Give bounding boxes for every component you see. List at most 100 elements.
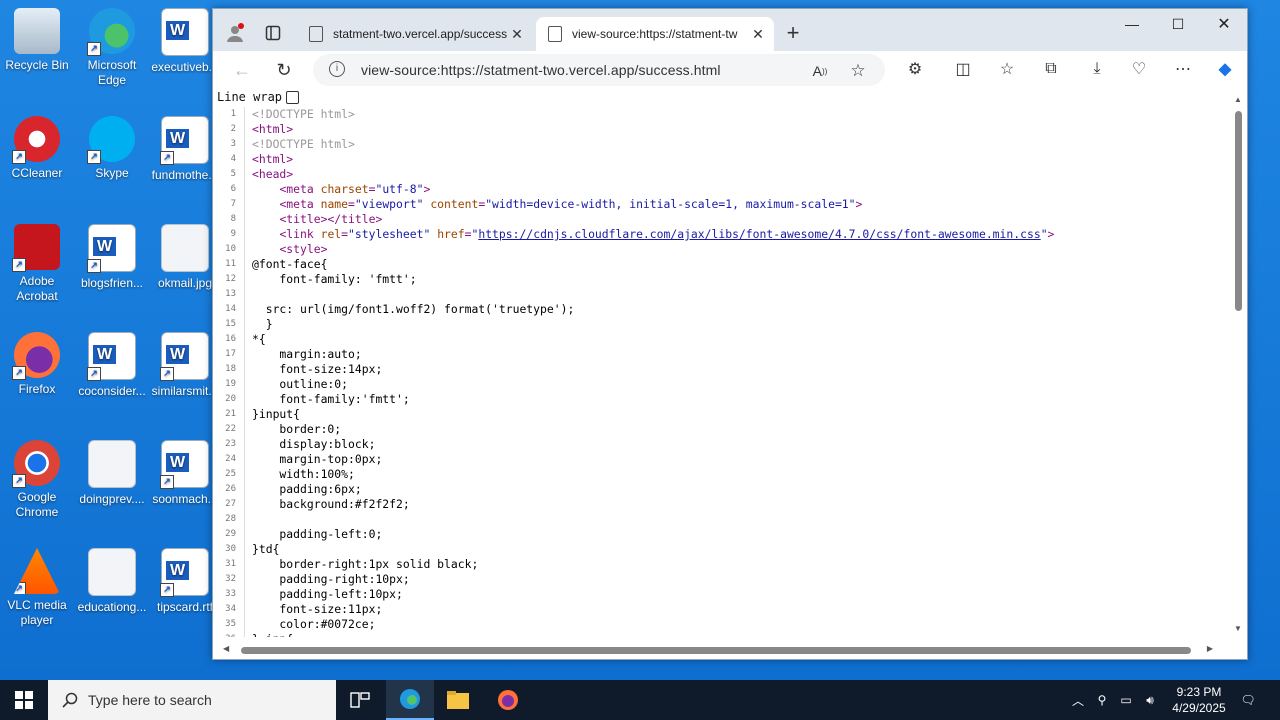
desktop-icon-label: blogsfrien...: [80, 276, 144, 290]
search-placeholder: Type here to search: [88, 692, 212, 708]
ccleaner-icon: ↗: [12, 116, 60, 164]
line-number: 26: [213, 482, 245, 497]
source-line: 11 @font-face{: [213, 257, 1227, 272]
shortcut-arrow-icon: ↗: [12, 150, 26, 164]
desktop-icon[interactable]: ↗ Skype: [75, 116, 149, 181]
tray-app-icon[interactable]: ⚲: [1092, 680, 1112, 720]
tab-title: statment-two.vercel.app/success: [333, 27, 507, 41]
favorites-icon[interactable]: ☆: [991, 53, 1023, 85]
page-icon: [548, 26, 562, 42]
more-menu-icon[interactable]: ⋯: [1167, 53, 1199, 85]
desktop-icon[interactable]: W ↗ similarsmit...: [148, 332, 222, 399]
desktop-icon[interactable]: ↗ Adobe Acrobat: [0, 224, 74, 304]
profile-icon[interactable]: [223, 21, 247, 45]
scroll-up-icon[interactable]: ▲: [1234, 95, 1242, 104]
back-icon[interactable]: ←: [229, 57, 255, 83]
desktop-icon-label: similarsmit...: [151, 384, 219, 398]
clock[interactable]: 9:23 PM 4/29/2025: [1160, 684, 1238, 716]
desktop-icon[interactable]: educationg...: [75, 548, 149, 615]
desktop-icon[interactable]: W ↗ tipscard.rtf: [148, 548, 222, 615]
word-doc-icon: W: [161, 8, 209, 56]
line-wrap-checkbox[interactable]: [286, 90, 300, 104]
chrome-icon: ↗: [12, 440, 60, 488]
collections-icon[interactable]: ⧉: [1035, 53, 1067, 85]
read-aloud-icon[interactable]: A)): [809, 60, 831, 82]
tab-success[interactable]: statment-two.vercel.app/success ✕: [297, 17, 533, 51]
start-button[interactable]: [0, 680, 48, 720]
split-screen-icon[interactable]: ◫: [947, 53, 979, 85]
tab-title: view-source:https://statment-tw: [572, 27, 738, 41]
desktop-icon[interactable]: W ↗ coconsider...: [75, 332, 149, 399]
word-doc-icon: W ↗: [87, 332, 136, 381]
desktop-icon[interactable]: W ↗ blogsfrien...: [75, 224, 149, 291]
desktop-icon[interactable]: W ↗ fundmothe...: [148, 116, 222, 183]
refresh-icon[interactable]: ↻: [271, 57, 297, 83]
network-icon[interactable]: ▭: [1116, 680, 1136, 720]
desktop-icon[interactable]: ↗ VLC media player: [0, 548, 74, 628]
line-number: 29: [213, 527, 245, 542]
source-line: 12 font-family: 'fmtt';: [213, 272, 1227, 287]
desktop-icon[interactable]: ↗ Microsoft Edge: [75, 8, 149, 88]
desktop-icon-label: Firefox: [18, 382, 56, 396]
tab-view-source[interactable]: view-source:https://statment-tw ✕: [536, 17, 774, 51]
volume-icon[interactable]: 🔊︎: [1140, 680, 1160, 720]
desktop-icon[interactable]: Wexecutiveb...: [148, 8, 222, 75]
copilot-icon[interactable]: ◆: [1209, 53, 1241, 85]
desktop-icon[interactable]: ↗ CCleaner: [0, 116, 74, 181]
source-line: 22 border:0;: [213, 422, 1227, 437]
line-content: display:block;: [252, 437, 376, 451]
favorite-star-icon[interactable]: ☆: [847, 60, 869, 82]
shortcut-arrow-icon: ↗: [160, 367, 174, 381]
tab-actions-icon[interactable]: [261, 21, 285, 45]
desktop-icon[interactable]: ↗ Google Chrome: [0, 440, 74, 520]
vertical-scroll-thumb[interactable]: [1235, 111, 1242, 311]
desktop-icon[interactable]: doingprev....: [75, 440, 149, 507]
notifications-icon[interactable]: 🗨︎: [1236, 680, 1260, 720]
show-hidden-icons[interactable]: ︿: [1068, 680, 1088, 720]
performance-icon[interactable]: ♡: [1123, 53, 1155, 85]
desktop-icon[interactable]: Recycle Bin: [0, 8, 74, 73]
maximize-button[interactable]: ☐: [1155, 9, 1201, 39]
line-content: }td{: [252, 542, 280, 556]
taskbar-search[interactable]: Type here to search: [48, 680, 336, 720]
line-wrap-control[interactable]: Line wrap: [217, 89, 300, 105]
taskbar-edge-icon[interactable]: [386, 680, 434, 720]
close-window-button[interactable]: ✕: [1201, 9, 1247, 39]
close-icon[interactable]: ✕: [748, 26, 768, 43]
line-content: <meta name="viewport" content="width=dev…: [279, 197, 863, 211]
close-icon[interactable]: ✕: [507, 26, 527, 43]
desktop-icon[interactable]: ↗ Firefox: [0, 332, 74, 397]
desktop-icon-label: doingprev....: [79, 492, 145, 506]
shortcut-arrow-icon: ↗: [87, 259, 101, 273]
image-file-icon: [88, 440, 136, 488]
line-content: <html>: [252, 152, 294, 166]
new-tab-icon[interactable]: +: [781, 20, 805, 45]
scroll-down-icon[interactable]: ▼: [1234, 624, 1242, 633]
line-content: [245, 512, 252, 527]
file-explorer-icon[interactable]: [434, 680, 482, 720]
extensions-icon[interactable]: ⚙: [899, 53, 931, 85]
vlc-icon: ↗: [14, 548, 60, 594]
taskbar-firefox-icon[interactable]: [484, 680, 532, 720]
scroll-left-icon[interactable]: ◀: [223, 644, 229, 653]
downloads-icon[interactable]: ⤓: [1081, 53, 1113, 85]
shortcut-arrow-icon: ↗: [12, 366, 26, 380]
desktop-icon[interactable]: W ↗ soonmach...: [148, 440, 222, 507]
word-doc-icon: W ↗: [160, 548, 209, 597]
address-bar[interactable]: i view-source:https://statment-two.verce…: [313, 54, 885, 86]
desktop-icon[interactable]: okmail.jpg: [148, 224, 222, 291]
task-view-icon[interactable]: [336, 680, 384, 720]
line-content: border:0;: [252, 422, 342, 436]
line-number: 9: [213, 227, 245, 242]
line-number: 25: [213, 467, 245, 482]
source-line: 19 outline:0;: [213, 377, 1227, 392]
line-content: <link rel="stylesheet" href="https://cdn…: [279, 227, 1055, 241]
line-content: font-size:11px;: [252, 602, 383, 616]
line-content: }.inp{: [245, 632, 293, 637]
vertical-scrollbar[interactable]: ▲ ▼: [1233, 95, 1243, 633]
minimize-button[interactable]: —: [1109, 9, 1155, 39]
source-line: 16 *{: [213, 332, 1227, 347]
shortcut-arrow-icon: ↗: [87, 42, 101, 56]
desktop-icon-label: VLC media player: [7, 598, 67, 627]
info-icon[interactable]: i: [329, 61, 345, 77]
